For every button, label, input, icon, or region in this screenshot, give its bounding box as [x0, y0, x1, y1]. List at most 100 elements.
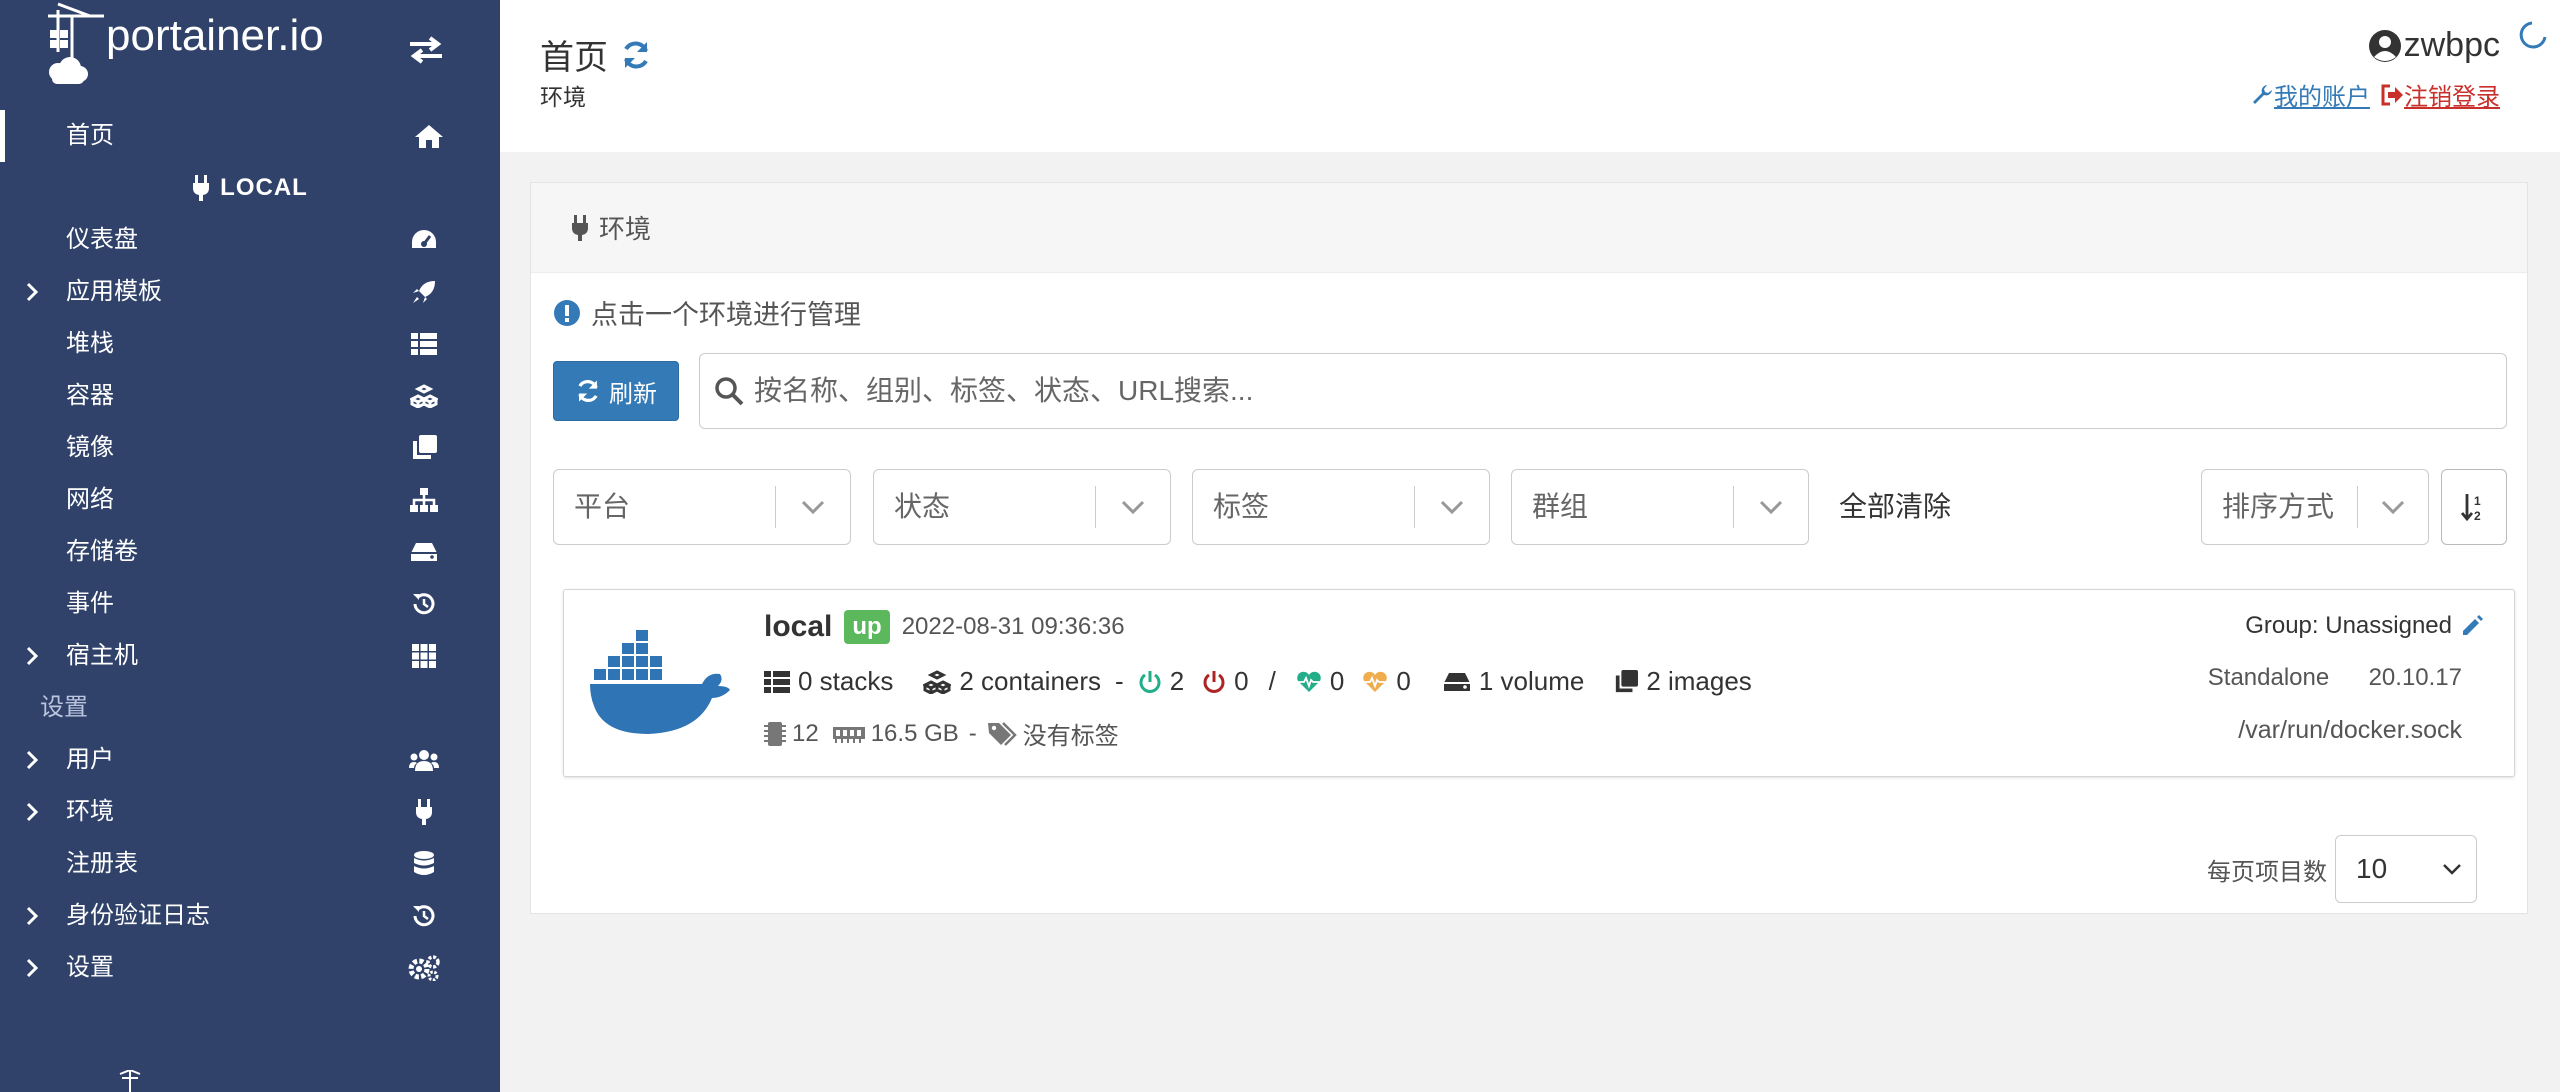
env-url: /var/run/docker.sock — [2238, 716, 2462, 744]
home-icon — [413, 122, 445, 150]
stacks-stat: 0 stacks — [764, 666, 893, 697]
pencil-icon[interactable] — [2460, 614, 2484, 638]
sidebar-item-environments[interactable]: 环境 — [0, 786, 500, 838]
chevron-down-icon — [801, 500, 825, 515]
clear-all-button[interactable]: 全部清除 — [1839, 469, 1951, 545]
sidebar-item-auth-logs[interactable]: 身份验证日志 — [0, 890, 500, 942]
platform-filter[interactable]: 平台 — [553, 469, 851, 545]
unhealthy-count: 0 — [1396, 666, 1411, 696]
per-page-label: 每页项目数 — [2207, 858, 2327, 886]
sidebar-item-label: 事件 — [66, 590, 114, 617]
refresh-icon[interactable] — [620, 39, 652, 71]
sort-label: 排序方式 — [2222, 491, 2335, 522]
portainer-footer-logo — [119, 1070, 141, 1092]
chevron-down-icon — [2443, 864, 2461, 875]
stopped-stat: 0 — [1202, 666, 1249, 697]
clone-icon — [1616, 669, 1639, 692]
search-input[interactable] — [754, 375, 2454, 407]
th-list-icon — [764, 670, 790, 693]
environment-item[interactable]: local up 2022-08-31 09:36:36 0 stacks 2 … — [563, 589, 2515, 777]
containers-stat: 2 containers — [923, 666, 1101, 697]
sitemap-icon — [408, 486, 440, 514]
memory-icon — [832, 726, 865, 743]
sidebar-item-images[interactable]: 镜像 — [0, 422, 500, 474]
sidebar-item-label: 用户 — [66, 746, 114, 773]
sidebar-item-events[interactable]: 事件 — [0, 578, 500, 630]
page-title-text: 首页 — [540, 39, 608, 77]
stopped-count: 0 — [1234, 666, 1249, 696]
cubes-icon — [408, 382, 440, 410]
env-type: Standalone — [2207, 664, 2330, 691]
breadcrumb: 环境 — [540, 84, 586, 110]
refresh-button[interactable]: 刷新 — [553, 361, 679, 421]
hint-text: 点击一个环境进行管理 — [553, 293, 861, 332]
hdd-icon — [408, 538, 440, 566]
status-filter[interactable]: 状态 — [873, 469, 1171, 545]
sidebar-item-volumes[interactable]: 存储卷 — [0, 526, 500, 578]
top-header: 首页 环境 zwbpc 我的账户 注销登录 — [500, 0, 2560, 152]
user-links: 我的账户 注销登录 — [2252, 77, 2500, 112]
plug-icon — [408, 798, 440, 826]
sidebar-item-app-templates[interactable]: 应用模板 — [0, 266, 500, 318]
tags-icon — [987, 721, 1017, 746]
sidebar-item-label: 应用模板 — [66, 278, 162, 305]
pagination-limit: 每页项目数 10 — [2207, 835, 2477, 903]
rocket-icon — [408, 278, 440, 306]
chevron-right-icon — [26, 802, 39, 822]
heartbeat-icon — [1297, 671, 1321, 692]
wrench-icon — [2253, 84, 2272, 104]
th-icon — [408, 642, 440, 670]
search-box — [699, 353, 2507, 429]
sidebar-item-stacks[interactable]: 堆栈 — [0, 318, 500, 370]
sort-by-select[interactable]: 排序方式 — [2201, 469, 2429, 545]
sort-order-button[interactable]: 12 — [2441, 469, 2507, 545]
volumes-stat: 1 volume — [1443, 666, 1585, 697]
svg-text:portainer.io: portainer.io — [106, 11, 324, 60]
chevron-right-icon — [26, 906, 39, 926]
env-version: 20.10.17 — [2368, 664, 2462, 691]
sidebar-brand: portainer.io — [0, 0, 500, 100]
volumes-count: 1 volume — [1478, 666, 1585, 696]
group-filter[interactable]: 群组 — [1511, 469, 1809, 545]
sidebar-item-label: 设置 — [66, 954, 114, 981]
docker-logo-icon — [590, 630, 730, 734]
filter-label: 标签 — [1213, 491, 1270, 522]
status-badge: up — [844, 610, 890, 644]
toggle-sidebar-icon[interactable] — [408, 36, 444, 64]
sidebar-item-dashboard[interactable]: 仪表盘 — [0, 214, 500, 266]
sidebar-item-registries[interactable]: 注册表 — [0, 838, 500, 890]
sidebar-item-users[interactable]: 用户 — [0, 734, 500, 786]
tags-filter[interactable]: 标签 — [1192, 469, 1490, 545]
per-page-select[interactable]: 10 — [2335, 835, 2477, 903]
sidebar-item-host[interactable]: 宿主机 — [0, 630, 500, 682]
username-text: zwbpc — [2403, 26, 2500, 64]
svg-text:1: 1 — [2474, 494, 2481, 508]
sidebar-item-label: 首页 — [66, 122, 114, 149]
sidebar-item-home[interactable]: 首页 — [0, 110, 500, 162]
running-stat: 2 — [1138, 666, 1184, 697]
users-icon — [408, 746, 440, 774]
sidebar-item-containers[interactable]: 容器 — [0, 370, 500, 422]
sidebar-item-label: 镜像 — [66, 434, 114, 461]
images-stat: 2 images — [1614, 666, 1752, 697]
stacks-count: 0 stacks — [798, 666, 894, 696]
env-header: local up 2022-08-31 09:36:36 — [764, 610, 1125, 644]
my-account-link[interactable]: 我的账户 — [2274, 77, 2370, 112]
endpoint-name: LOCAL — [220, 174, 308, 201]
hint-label: 点击一个环境进行管理 — [591, 300, 861, 330]
sidebar-item-settings[interactable]: 设置 — [0, 942, 500, 994]
plug-icon — [193, 175, 210, 201]
refresh-label: 刷新 — [609, 380, 657, 408]
sidebar-section-settings: 设置 — [40, 694, 88, 721]
chevron-down-icon — [1121, 500, 1145, 515]
per-page-value: 10 — [2356, 853, 2388, 884]
sidebar-item-networks[interactable]: 网络 — [0, 474, 500, 526]
portainer-logo[interactable]: portainer.io — [44, 2, 354, 92]
env-resources: 12 16.5 GB - 没有标签 — [764, 716, 1119, 751]
user-box: zwbpc 我的账户 注销登录 — [2252, 26, 2500, 112]
page-title: 首页 — [540, 30, 652, 79]
filter-label: 状态 — [894, 491, 951, 522]
group-line: Group: Unassigned — [2208, 612, 2484, 640]
logout-link[interactable]: 注销登录 — [2404, 77, 2500, 112]
env-type-version: Standalone 20.10.17 — [2208, 664, 2484, 692]
